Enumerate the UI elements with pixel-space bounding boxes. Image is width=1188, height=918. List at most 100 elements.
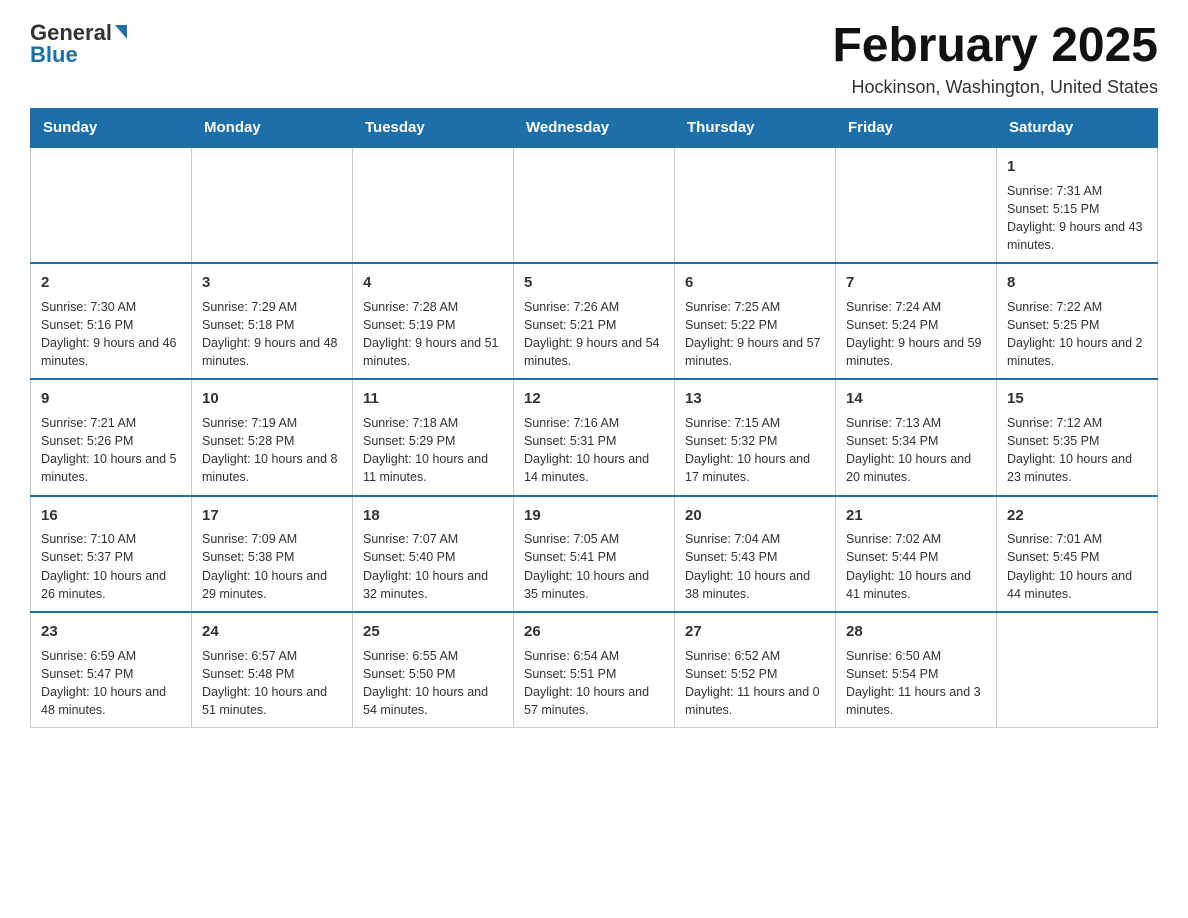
month-title: February 2025 — [832, 20, 1158, 73]
day-number: 12 — [524, 388, 664, 410]
calendar-day-cell: 20 Sunrise: 7:04 AMSunset: 5:43 PMDayligh… — [675, 496, 836, 612]
calendar-day-cell — [31, 147, 192, 263]
calendar-day-cell: 8Sunrise: 7:22 AMSunset: 5:25 PMDaylight… — [997, 263, 1158, 379]
day-number: 24 — [202, 621, 342, 643]
day-number: 17 — [202, 505, 342, 527]
day-number: 5 — [524, 272, 664, 294]
day-number: 20 — [685, 505, 825, 527]
day-number: 16 — [41, 505, 181, 527]
day-info: Sunrise: 7:16 AMSunset: 5:31 PMDaylight:… — [524, 414, 664, 487]
day-info: Sunrise: 7:21 AMSunset: 5:26 PMDaylight:… — [41, 414, 181, 487]
day-info: Sunrise: 7:31 AMSunset: 5:15 PMDaylight:… — [1007, 182, 1147, 255]
day-number: 22 — [1007, 505, 1147, 527]
day-info: Sunrise: 7:15 AMSunset: 5:32 PMDaylight:… — [685, 414, 825, 487]
day-number: 1 — [1007, 156, 1147, 178]
day-info: Sunrise: 7:29 AMSunset: 5:18 PMDaylight:… — [202, 298, 342, 371]
calendar-week-row: 23 Sunrise: 6:59 AMSunset: 5:47 PMDayligh… — [31, 612, 1158, 728]
day-number: 19 — [524, 505, 664, 527]
calendar-day-cell — [192, 147, 353, 263]
calendar-day-cell: 9 Sunrise: 7:21 AMSunset: 5:26 PMDaylight… — [31, 379, 192, 495]
day-info: Sunrise: 7:09 AMSunset: 5:38 PMDaylight:… — [202, 530, 342, 603]
calendar-week-row: 9 Sunrise: 7:21 AMSunset: 5:26 PMDaylight… — [31, 379, 1158, 495]
day-info: Sunrise: 7:30 AMSunset: 5:16 PMDaylight:… — [41, 298, 181, 371]
calendar-week-row: 16 Sunrise: 7:10 AMSunset: 5:37 PMDayligh… — [31, 496, 1158, 612]
day-number: 14 — [846, 388, 986, 410]
calendar-day-cell: 24Sunrise: 6:57 AMSunset: 5:48 PMDayligh… — [192, 612, 353, 728]
calendar-week-row: 2 Sunrise: 7:30 AMSunset: 5:16 PMDaylight… — [31, 263, 1158, 379]
calendar-day-cell — [353, 147, 514, 263]
calendar-day-cell: 17 Sunrise: 7:09 AMSunset: 5:38 PMDayligh… — [192, 496, 353, 612]
day-number: 3 — [202, 272, 342, 294]
title-section: February 2025 Hockinson, Washington, Uni… — [832, 20, 1158, 98]
day-number: 28 — [846, 621, 986, 643]
day-number: 7 — [846, 272, 986, 294]
calendar-day-cell: 4 Sunrise: 7:28 AMSunset: 5:19 PMDaylight… — [353, 263, 514, 379]
calendar-day-cell: 19Sunrise: 7:05 AMSunset: 5:41 PMDayligh… — [514, 496, 675, 612]
calendar-day-cell: 7 Sunrise: 7:24 AMSunset: 5:24 PMDaylight… — [836, 263, 997, 379]
calendar-header-row: SundayMondayTuesdayWednesdayThursdayFrid… — [31, 108, 1158, 147]
calendar-day-cell: 23 Sunrise: 6:59 AMSunset: 5:47 PMDayligh… — [31, 612, 192, 728]
day-number: 18 — [363, 505, 503, 527]
day-of-week-header: Thursday — [675, 108, 836, 147]
day-number: 11 — [363, 388, 503, 410]
day-number: 15 — [1007, 388, 1147, 410]
day-number: 9 — [41, 388, 181, 410]
day-number: 25 — [363, 621, 503, 643]
calendar-day-cell — [514, 147, 675, 263]
calendar-day-cell: 13 Sunrise: 7:15 AMSunset: 5:32 PMDayligh… — [675, 379, 836, 495]
calendar-table: SundayMondayTuesdayWednesdayThursdayFrid… — [30, 108, 1158, 728]
day-info: Sunrise: 7:22 AMSunset: 5:25 PMDaylight:… — [1007, 298, 1147, 371]
day-info: Sunrise: 6:52 AMSunset: 5:52 PMDaylight:… — [685, 647, 825, 720]
day-info: Sunrise: 7:02 AMSunset: 5:44 PMDaylight:… — [846, 530, 986, 603]
logo: General Blue — [30, 20, 127, 68]
calendar-day-cell: 26 Sunrise: 6:54 AMSunset: 5:51 PMDayligh… — [514, 612, 675, 728]
calendar-day-cell: 1 Sunrise: 7:31 AMSunset: 5:15 PMDaylight… — [997, 147, 1158, 263]
day-info: Sunrise: 6:55 AMSunset: 5:50 PMDaylight:… — [363, 647, 503, 720]
calendar-day-cell — [675, 147, 836, 263]
day-number: 10 — [202, 388, 342, 410]
day-info: Sunrise: 7:28 AMSunset: 5:19 PMDaylight:… — [363, 298, 503, 371]
day-of-week-header: Wednesday — [514, 108, 675, 147]
day-info: Sunrise: 6:50 AMSunset: 5:54 PMDaylight:… — [846, 647, 986, 720]
day-number: 13 — [685, 388, 825, 410]
day-info: Sunrise: 7:01 AMSunset: 5:45 PMDaylight:… — [1007, 530, 1147, 603]
day-number: 21 — [846, 505, 986, 527]
day-info: Sunrise: 7:26 AMSunset: 5:21 PMDaylight:… — [524, 298, 664, 371]
day-number: 2 — [41, 272, 181, 294]
day-number: 23 — [41, 621, 181, 643]
day-info: Sunrise: 7:24 AMSunset: 5:24 PMDaylight:… — [846, 298, 986, 371]
day-of-week-header: Friday — [836, 108, 997, 147]
calendar-day-cell: 14 Sunrise: 7:13 AMSunset: 5:34 PMDayligh… — [836, 379, 997, 495]
page-header: General Blue February 2025 Hockinson, Wa… — [30, 20, 1158, 98]
day-of-week-header: Saturday — [997, 108, 1158, 147]
day-info: Sunrise: 7:04 AMSunset: 5:43 PMDaylight:… — [685, 530, 825, 603]
day-info: Sunrise: 6:54 AMSunset: 5:51 PMDaylight:… — [524, 647, 664, 720]
calendar-day-cell: 5 Sunrise: 7:26 AMSunset: 5:21 PMDaylight… — [514, 263, 675, 379]
day-number: 4 — [363, 272, 503, 294]
day-info: Sunrise: 7:18 AMSunset: 5:29 PMDaylight:… — [363, 414, 503, 487]
calendar-day-cell: 18 Sunrise: 7:07 AMSunset: 5:40 PMDayligh… — [353, 496, 514, 612]
day-number: 27 — [685, 621, 825, 643]
calendar-day-cell: 22 Sunrise: 7:01 AMSunset: 5:45 PMDayligh… — [997, 496, 1158, 612]
calendar-day-cell: 6Sunrise: 7:25 AMSunset: 5:22 PMDaylight… — [675, 263, 836, 379]
calendar-day-cell: 21 Sunrise: 7:02 AMSunset: 5:44 PMDayligh… — [836, 496, 997, 612]
calendar-day-cell: 10 Sunrise: 7:19 AMSunset: 5:28 PMDayligh… — [192, 379, 353, 495]
day-info: Sunrise: 7:10 AMSunset: 5:37 PMDaylight:… — [41, 530, 181, 603]
calendar-day-cell: 16 Sunrise: 7:10 AMSunset: 5:37 PMDayligh… — [31, 496, 192, 612]
calendar-day-cell — [997, 612, 1158, 728]
day-of-week-header: Sunday — [31, 108, 192, 147]
day-info: Sunrise: 7:19 AMSunset: 5:28 PMDaylight:… — [202, 414, 342, 487]
day-info: Sunrise: 7:13 AMSunset: 5:34 PMDaylight:… — [846, 414, 986, 487]
day-number: 26 — [524, 621, 664, 643]
calendar-day-cell: 11 Sunrise: 7:18 AMSunset: 5:29 PMDayligh… — [353, 379, 514, 495]
day-info: Sunrise: 6:59 AMSunset: 5:47 PMDaylight:… — [41, 647, 181, 720]
day-info: Sunrise: 7:07 AMSunset: 5:40 PMDaylight:… — [363, 530, 503, 603]
day-of-week-header: Tuesday — [353, 108, 514, 147]
day-info: Sunrise: 7:25 AMSunset: 5:22 PMDaylight:… — [685, 298, 825, 371]
calendar-day-cell: 2 Sunrise: 7:30 AMSunset: 5:16 PMDaylight… — [31, 263, 192, 379]
calendar-day-cell: 15 Sunrise: 7:12 AMSunset: 5:35 PMDayligh… — [997, 379, 1158, 495]
location-subtitle: Hockinson, Washington, United States — [832, 77, 1158, 98]
calendar-day-cell — [836, 147, 997, 263]
calendar-day-cell: 3 Sunrise: 7:29 AMSunset: 5:18 PMDaylight… — [192, 263, 353, 379]
day-info: Sunrise: 7:12 AMSunset: 5:35 PMDaylight:… — [1007, 414, 1147, 487]
